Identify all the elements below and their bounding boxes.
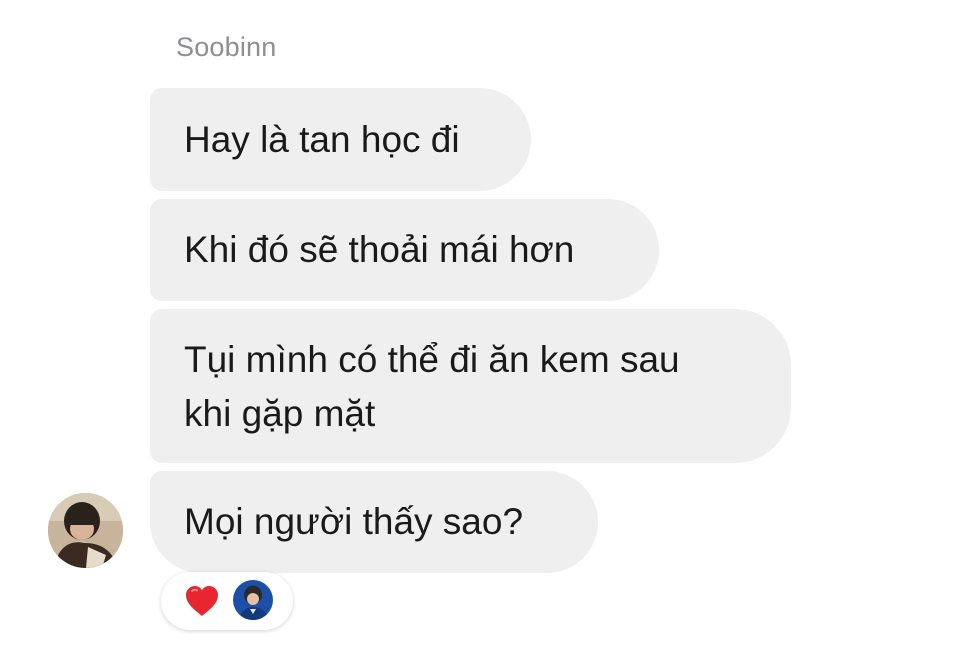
- message-text-line-2: khi gặp mặt: [184, 393, 376, 434]
- heart-icon: [186, 586, 218, 616]
- message-text: Hay là tan học đi: [184, 118, 460, 160]
- reactor-avatar: [233, 580, 273, 620]
- message-text: Mọi người thấy sao?: [184, 501, 524, 542]
- message-text-block: Tụi mình có thể đi ăn kem sau khi gặp mặ…: [184, 333, 680, 441]
- avatar-photo: [48, 493, 123, 568]
- reactor-avatar-photo: [233, 580, 273, 620]
- sender-name: Soobinn: [176, 32, 277, 62]
- sender-avatar[interactable]: [48, 493, 123, 568]
- message-text-line-1: Tụi mình có thể đi ăn kem sau: [184, 339, 680, 380]
- message-bubble-3[interactable]: Tụi mình có thể đi ăn kem sau khi gặp mặ…: [150, 309, 791, 463]
- message-bubble-2[interactable]: Khi đó sẽ thoải mái hơn: [150, 199, 659, 301]
- message-text: Khi đó sẽ thoải mái hơn: [184, 229, 575, 270]
- message-bubble-1[interactable]: Hay là tan học đi: [150, 88, 531, 191]
- message-bubble-4[interactable]: Mọi người thấy sao?: [150, 471, 598, 573]
